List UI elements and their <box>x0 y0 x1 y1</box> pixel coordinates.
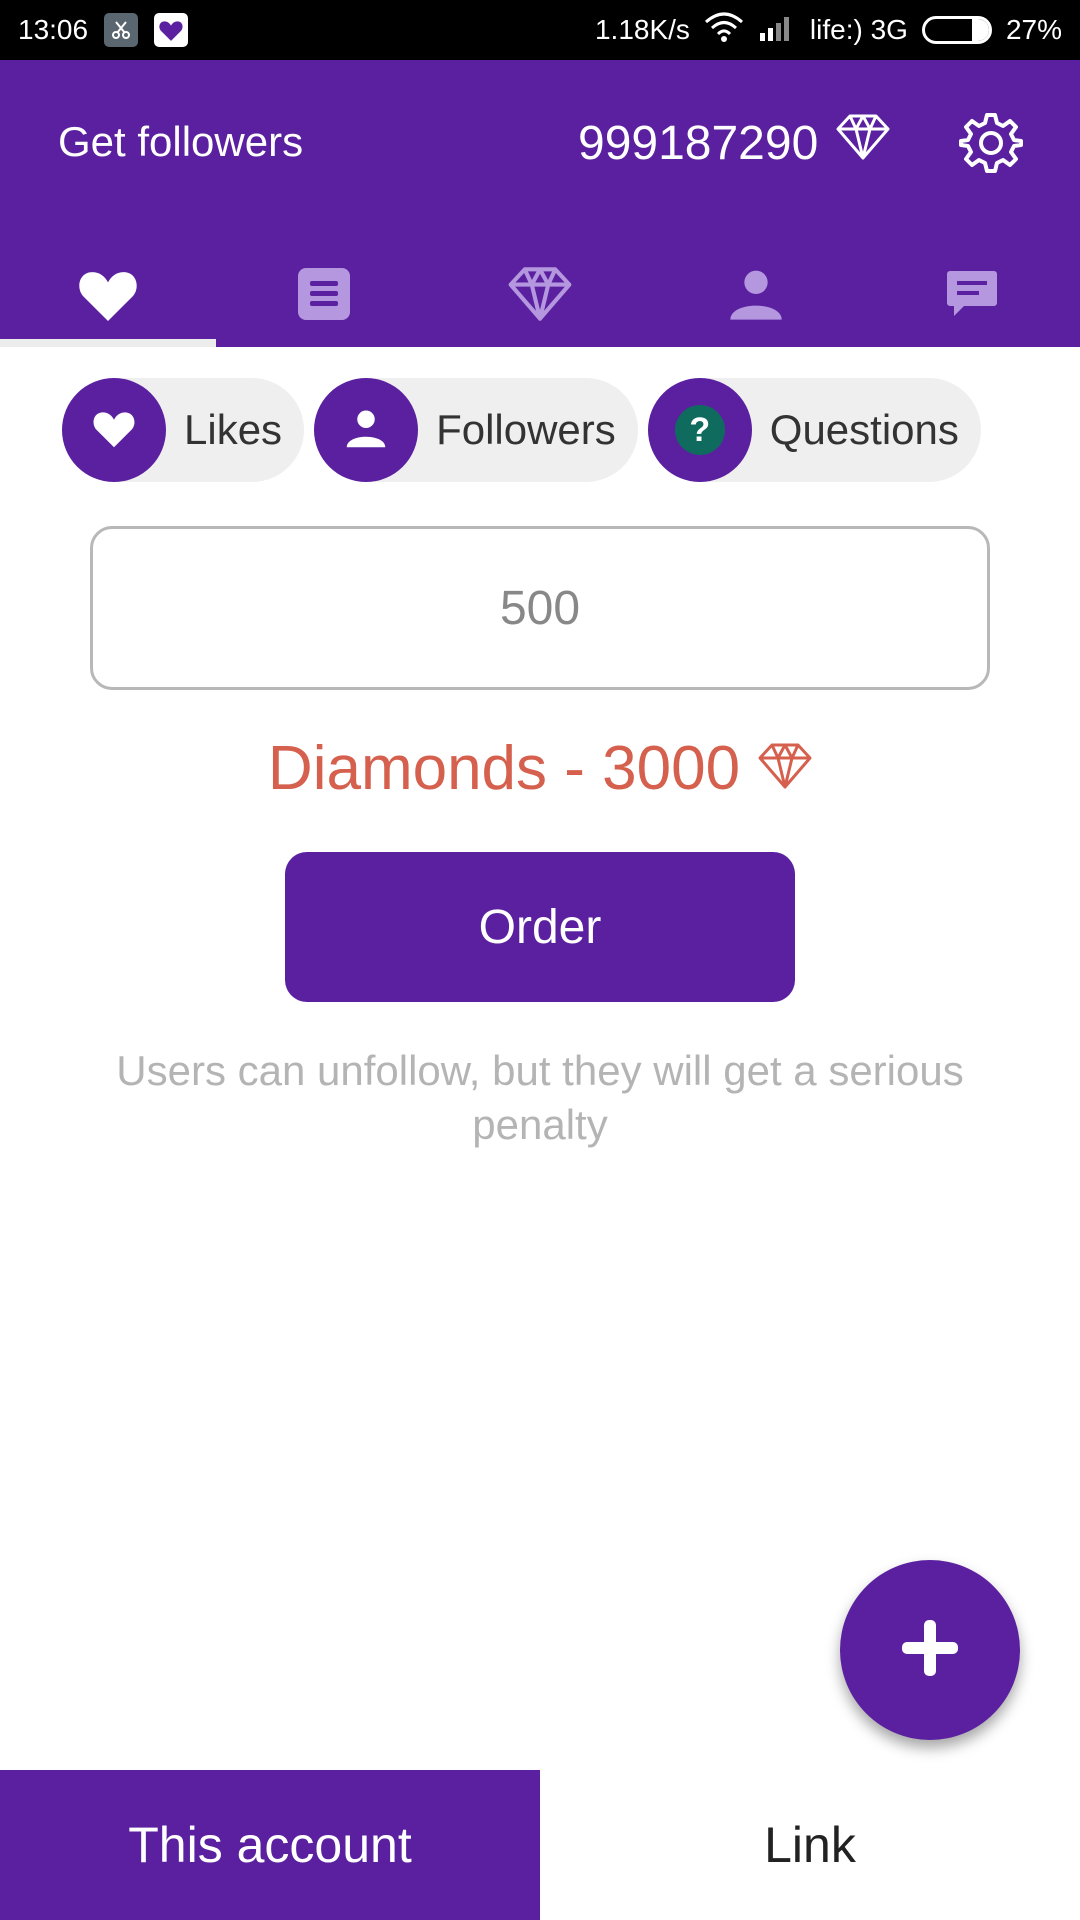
person-icon <box>345 407 387 454</box>
service-type-chips: Likes Followers ? Questions <box>62 378 1018 482</box>
tab-diamonds[interactable] <box>432 245 648 347</box>
plus-icon <box>898 1616 962 1685</box>
heart-icon <box>92 408 136 453</box>
add-fab-button[interactable] <box>840 1560 1020 1740</box>
diamond-icon <box>758 733 812 804</box>
cost-display: Diamonds - 3000 <box>0 728 1080 808</box>
person-icon <box>728 266 784 327</box>
toggle-this-account[interactable]: This account <box>0 1770 540 1920</box>
status-time: 13:06 <box>18 14 89 45</box>
chip-questions-label: Questions <box>769 406 959 453</box>
chat-icon <box>946 269 998 324</box>
chip-followers[interactable]: Followers <box>314 378 638 482</box>
list-icon <box>298 267 350 325</box>
screenshot-notification-icon <box>104 13 139 47</box>
target-toggle: This account Link <box>0 1770 1080 1920</box>
status-bar: 13:06 1.18K/s life:) 3G 27% <box>0 0 1080 60</box>
battery-icon <box>921 16 992 44</box>
app-title: Get followers <box>58 118 304 165</box>
battery-percent: 27% <box>1005 14 1062 45</box>
diamond-icon <box>836 114 890 172</box>
diamond-icon <box>507 266 573 326</box>
settings-button[interactable] <box>958 112 1024 178</box>
app-bar: Get followers 999187290 <box>0 60 1080 347</box>
tab-bar <box>0 245 1080 347</box>
chip-likes-label: Likes <box>184 406 283 453</box>
order-button[interactable]: Order <box>285 852 795 1002</box>
tab-profile[interactable] <box>648 245 864 347</box>
tab-tasks[interactable] <box>216 245 432 347</box>
balance-value: 999187290 <box>578 116 819 170</box>
cost-label: Diamonds - 3000 <box>267 733 741 803</box>
wifi-icon <box>704 12 744 49</box>
tab-likes[interactable] <box>0 245 216 347</box>
toggle-link[interactable]: Link <box>540 1770 1080 1920</box>
chip-questions[interactable]: ? Questions <box>647 378 981 482</box>
chip-likes[interactable]: Likes <box>62 378 305 482</box>
heart-notification-icon <box>154 13 189 47</box>
carrier-label: life:) 3G <box>809 14 908 45</box>
chip-questions-icon-circle: ? <box>647 378 752 482</box>
signal-icon <box>758 13 796 48</box>
unfollow-hint: Users can unfollow, but they will get a … <box>116 1047 964 1148</box>
heart-icon <box>77 267 139 326</box>
quantity-input[interactable] <box>90 526 990 690</box>
gear-icon <box>959 111 1023 180</box>
diamond-balance: 999187290 <box>578 114 890 172</box>
tab-active-indicator <box>0 339 216 347</box>
question-icon: ? <box>674 405 725 455</box>
net-speed: 1.18K/s <box>594 14 690 45</box>
chip-followers-label: Followers <box>436 406 616 453</box>
chip-followers-icon-circle <box>314 378 419 482</box>
tab-messages[interactable] <box>864 245 1080 347</box>
chip-likes-icon-circle <box>62 378 166 482</box>
